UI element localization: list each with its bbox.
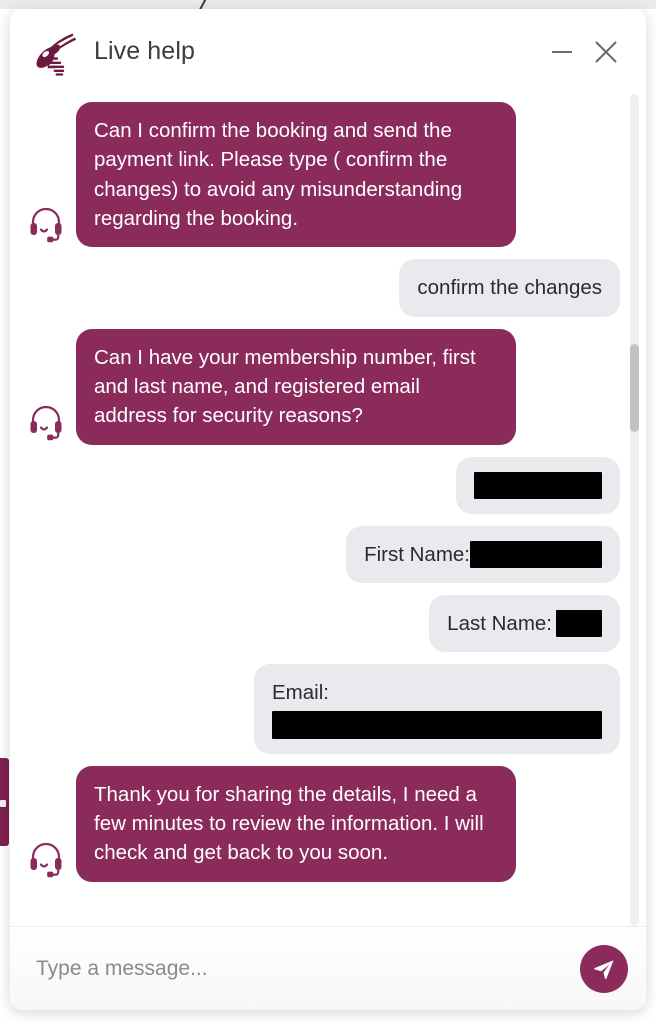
- redaction-bar: [470, 540, 602, 568]
- close-button[interactable]: [584, 30, 628, 74]
- message-row-agent: Can I confirm the booking and send the p…: [24, 102, 620, 248]
- live-help-chat-window: Live help Can I confirm the booking and …: [10, 9, 646, 1010]
- headset-agent-icon: [24, 399, 68, 443]
- message-composer: [10, 926, 646, 1010]
- message-scroll-container: Can I confirm the booking and send the p…: [10, 94, 646, 926]
- side-launcher-tab-nub: [0, 800, 6, 807]
- chat-bubble-agent: Can I have your membership number, first…: [76, 328, 516, 445]
- message-row-user: Email:: [24, 664, 620, 754]
- message-text: Thank you for sharing the details, I nee…: [94, 782, 484, 865]
- message-row-agent: Thank you for sharing the details, I nee…: [24, 765, 620, 882]
- email-label: Email:: [272, 681, 329, 705]
- message-input[interactable]: [36, 951, 570, 986]
- message-text: Can I have your membership number, first…: [94, 345, 476, 428]
- message-scrollbar-track[interactable]: [630, 94, 639, 926]
- first-name-label: First Name:: [364, 542, 470, 566]
- message-text: Can I confirm the booking and send the p…: [94, 119, 463, 230]
- message-text: Email:: [272, 678, 602, 739]
- message-row-user: confirm the changes: [24, 259, 620, 317]
- message-text: First Name:: [364, 540, 602, 569]
- chat-bubble-user-first-name: First Name:: [346, 525, 620, 584]
- chat-bubble-user-email: Email:: [254, 664, 620, 754]
- chat-window-title: Live help: [94, 37, 195, 65]
- message-row-user: Last Name:: [24, 595, 620, 653]
- top-background-strip: [0, 0, 656, 9]
- chat-message-area: Can I confirm the booking and send the p…: [10, 94, 646, 926]
- chat-header: Live help: [10, 9, 646, 94]
- redaction-bar: [272, 710, 602, 739]
- chat-bubble-user-redacted: [456, 456, 620, 514]
- redaction-bar: [474, 471, 602, 499]
- message-scrollbar-thumb[interactable]: [630, 343, 639, 432]
- side-launcher-tab[interactable]: [0, 758, 9, 846]
- qatar-airways-oryx-logo-icon: [24, 23, 82, 81]
- redaction-bar: [556, 610, 602, 638]
- send-paper-plane-icon: [593, 959, 613, 979]
- message-text: Last Name:: [447, 609, 602, 638]
- chat-bubble-agent: Can I confirm the booking and send the p…: [76, 102, 516, 248]
- message-row-user: First Name:: [24, 525, 620, 584]
- message-row-user: [24, 456, 620, 514]
- chat-bubble-user: confirm the changes: [399, 259, 620, 317]
- chat-bubble-agent: Thank you for sharing the details, I nee…: [76, 765, 516, 882]
- headset-agent-icon: [24, 201, 68, 245]
- message-text: confirm the changes: [417, 276, 602, 300]
- last-name-label: Last Name:: [447, 612, 552, 636]
- headset-agent-icon: [24, 836, 68, 880]
- message-row-agent: Can I have your membership number, first…: [24, 328, 620, 445]
- minimize-button[interactable]: [540, 30, 584, 74]
- send-button[interactable]: [580, 944, 628, 993]
- message-text: [474, 471, 602, 500]
- chat-bubble-user-last-name: Last Name:: [429, 595, 620, 653]
